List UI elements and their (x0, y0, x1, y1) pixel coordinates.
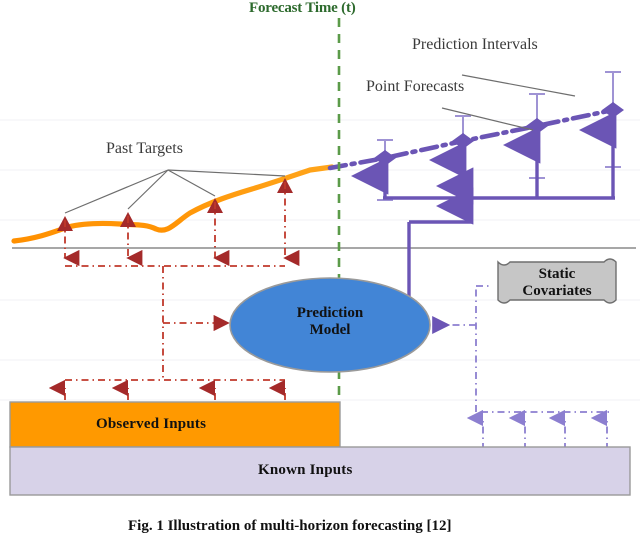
past-targets-label: Past Targets (106, 140, 183, 157)
figure-caption: Fig. 1 Illustration of multi-horizon for… (128, 518, 452, 534)
prediction-model-label-line2: Model (309, 322, 351, 339)
observed-inputs-label: Observed Inputs (96, 416, 207, 432)
past-targets-flow (48, 182, 300, 400)
known-inputs-label: Known Inputs (258, 462, 353, 478)
prediction-intervals-label: Prediction Intervals (412, 36, 538, 53)
forecast-time-label: Forecast Time (t) (249, 0, 356, 16)
static-covariates-label: Static Covariates (497, 266, 617, 301)
prediction-model-label-line1: Prediction (296, 305, 364, 321)
prediction-model-label: Prediction Model (230, 305, 430, 340)
static-covariates-label-line2: Covariates (522, 283, 592, 300)
figure-container: Forecast Time (t) Past Targets Point For… (0, 0, 640, 535)
static-covariates-label-line1: Static (538, 266, 576, 282)
point-forecasts-label: Point Forecasts (366, 78, 465, 95)
point-forecast-line (327, 107, 616, 171)
known-inputs-flow (432, 285, 609, 450)
